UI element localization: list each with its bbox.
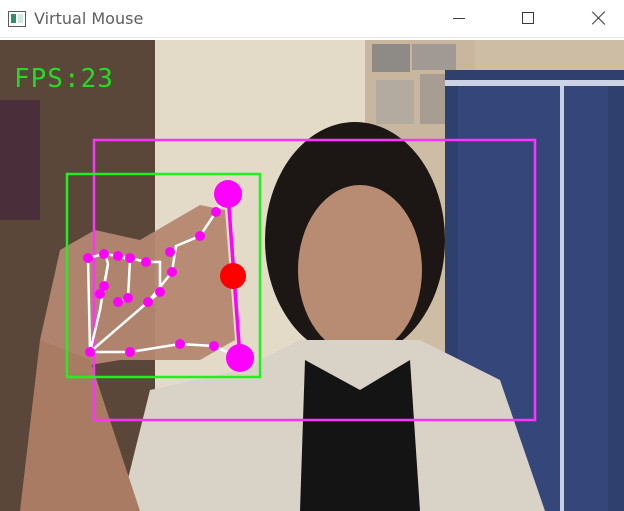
index-tip-marker bbox=[214, 180, 242, 208]
close-icon bbox=[591, 10, 607, 26]
maximize-icon bbox=[522, 12, 534, 24]
window-titlebar: Virtual Mouse bbox=[0, 0, 624, 38]
cursor-point-marker bbox=[220, 263, 246, 289]
app-icon bbox=[8, 10, 26, 27]
maximize-button[interactable] bbox=[505, 0, 551, 36]
close-button[interactable] bbox=[576, 0, 622, 36]
fps-counter: FPS:23 bbox=[14, 64, 114, 94]
window-title: Virtual Mouse bbox=[34, 9, 144, 28]
minimize-icon bbox=[453, 17, 465, 19]
camera-scene bbox=[0, 40, 624, 511]
minimize-button[interactable] bbox=[436, 0, 482, 36]
camera-feed: FPS:23 bbox=[0, 40, 624, 511]
thumb-tip-marker bbox=[226, 344, 254, 372]
